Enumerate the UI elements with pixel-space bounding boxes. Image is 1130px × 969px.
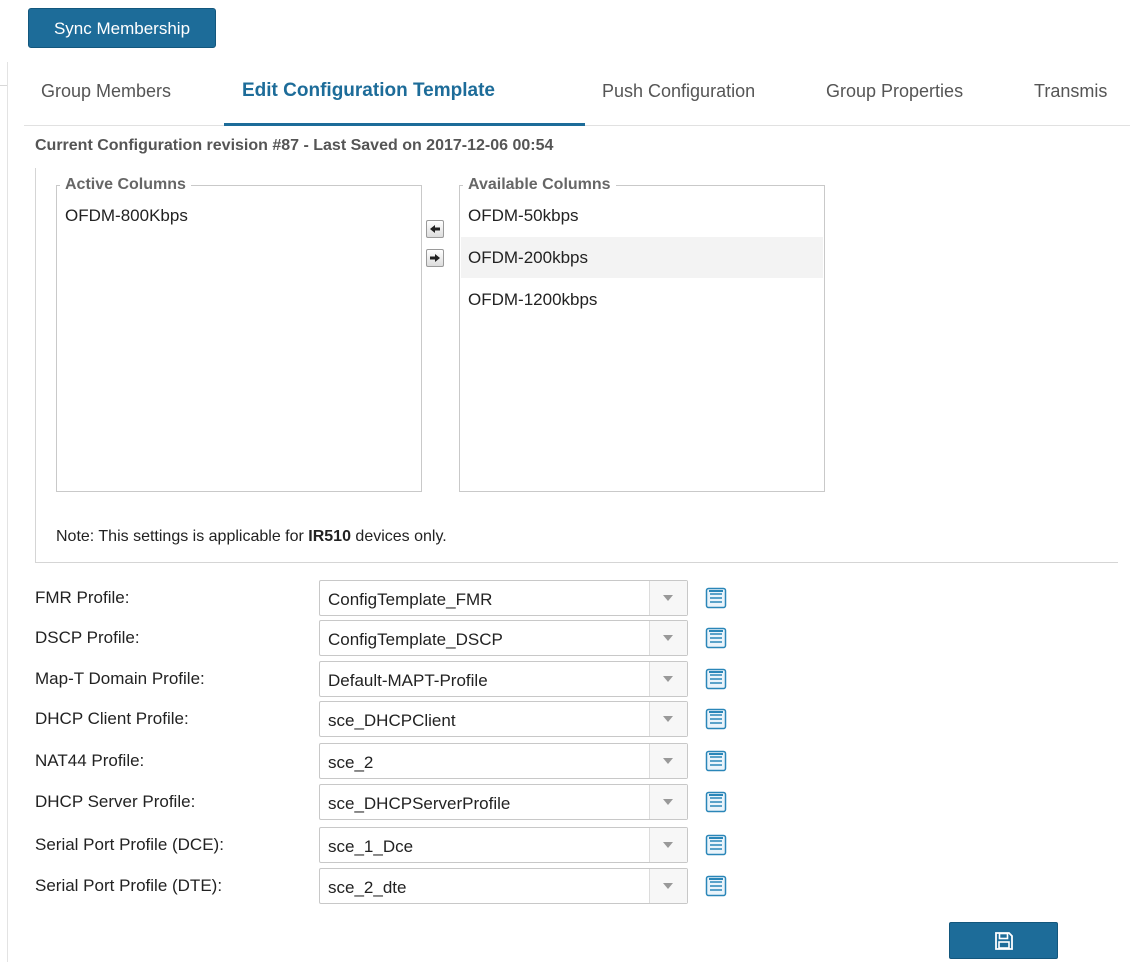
- select-value: sce_DHCPClient: [328, 711, 456, 730]
- profile-label: FMR Profile:: [35, 588, 130, 607]
- fmr-profile-select[interactable]: ConfigTemplate_FMR: [319, 580, 688, 616]
- profile-row-serial-dce: Serial Port Profile (DCE): sce_1_Dce: [0, 827, 1130, 865]
- profile-row-dhcp-client: DHCP Client Profile: sce_DHCPClient: [0, 701, 1130, 739]
- dropdown-toggle[interactable]: [649, 621, 687, 655]
- dropdown-toggle[interactable]: [649, 828, 687, 862]
- dropdown-toggle[interactable]: [649, 744, 687, 778]
- profile-row-dhcp-server: DHCP Server Profile: sce_DHCPServerProfi…: [0, 784, 1130, 822]
- select-value: sce_2_dte: [328, 878, 407, 897]
- profile-label: Serial Port Profile (DTE):: [35, 876, 223, 895]
- select-value: sce_1_Dce: [328, 837, 414, 856]
- tab-group-properties[interactable]: Group Properties: [826, 62, 963, 126]
- note-device: IR510: [308, 528, 351, 545]
- edit-list-icon[interactable]: [705, 875, 727, 897]
- edit-list-icon[interactable]: [705, 587, 727, 609]
- profile-label: NAT44 Profile:: [35, 751, 145, 770]
- note-prefix: Note: This settings is applicable for: [56, 528, 309, 545]
- dropdown-toggle[interactable]: [649, 581, 687, 615]
- chevron-down-icon: [663, 716, 673, 722]
- edit-list-icon[interactable]: [705, 627, 727, 649]
- arrow-left-icon: [430, 225, 440, 233]
- profile-label: DSCP Profile:: [35, 628, 140, 647]
- tab-group-members[interactable]: Group Members: [41, 62, 171, 126]
- dhcp-client-profile-select[interactable]: sce_DHCPClient: [319, 701, 688, 737]
- select-value: Default-MAPT-Profile: [328, 671, 488, 690]
- available-column-item[interactable]: OFDM-50kbps: [468, 206, 579, 226]
- active-columns-box: Active Columns OFDM-800Kbps: [56, 176, 422, 492]
- note-suffix: devices only.: [350, 528, 447, 545]
- edit-list-icon[interactable]: [705, 708, 727, 730]
- profile-row-mapt: Map-T Domain Profile: Default-MAPT-Profi…: [0, 661, 1130, 699]
- sync-membership-button[interactable]: Sync Membership: [28, 8, 216, 48]
- dhcp-server-profile-select[interactable]: sce_DHCPServerProfile: [319, 784, 688, 820]
- edit-list-icon[interactable]: [705, 750, 727, 772]
- select-value: sce_2: [328, 753, 374, 772]
- profile-label: DHCP Client Profile:: [35, 709, 189, 728]
- revision-status: Current Configuration revision #87 - Las…: [35, 137, 554, 154]
- chevron-down-icon: [663, 842, 673, 848]
- device-note: Note: This settings is applicable for IR…: [56, 528, 447, 546]
- active-tab-indicator: [224, 123, 585, 126]
- tab-push-configuration[interactable]: Push Configuration: [602, 62, 755, 126]
- serial-port-dce-profile-select[interactable]: sce_1_Dce: [319, 827, 688, 863]
- move-left-button[interactable]: [426, 220, 444, 238]
- select-value: ConfigTemplate_DSCP: [328, 630, 503, 649]
- available-column-item[interactable]: OFDM-1200kbps: [468, 290, 597, 310]
- profile-row-serial-dte: Serial Port Profile (DTE): sce_2_dte: [0, 868, 1130, 906]
- nat44-profile-select[interactable]: sce_2: [319, 743, 688, 779]
- edit-list-icon[interactable]: [705, 834, 727, 856]
- move-right-button[interactable]: [426, 249, 444, 267]
- profile-label: Serial Port Profile (DCE):: [35, 835, 224, 854]
- save-button[interactable]: [949, 922, 1058, 959]
- edit-list-icon[interactable]: [705, 791, 727, 813]
- chevron-down-icon: [663, 758, 673, 764]
- profile-row-fmr: FMR Profile: ConfigTemplate_FMR: [0, 580, 1130, 618]
- dscp-profile-select[interactable]: ConfigTemplate_DSCP: [319, 620, 688, 656]
- profile-label: DHCP Server Profile:: [35, 792, 196, 811]
- chevron-down-icon: [663, 595, 673, 601]
- tab-bar: Group Members Edit Configuration Templat…: [24, 62, 1130, 126]
- chevron-down-icon: [663, 676, 673, 682]
- columns-panel: Active Columns OFDM-800Kbps Available Co…: [35, 168, 1118, 563]
- arrow-right-icon: [430, 254, 440, 262]
- left-border-tick: [0, 85, 7, 86]
- profile-row-nat44: NAT44 Profile: sce_2: [0, 743, 1130, 781]
- chevron-down-icon: [663, 635, 673, 641]
- tab-transmission[interactable]: Transmis: [1034, 62, 1107, 126]
- map-t-domain-profile-select[interactable]: Default-MAPT-Profile: [319, 661, 688, 697]
- profile-label: Map-T Domain Profile:: [35, 669, 205, 688]
- select-value: sce_DHCPServerProfile: [328, 794, 511, 813]
- edit-list-icon[interactable]: [705, 668, 727, 690]
- available-columns-box: Available Columns OFDM-50kbps OFDM-200kb…: [459, 176, 825, 492]
- active-column-item[interactable]: OFDM-800Kbps: [65, 206, 188, 226]
- select-value: ConfigTemplate_FMR: [328, 590, 493, 609]
- active-columns-legend: Active Columns: [60, 176, 191, 194]
- dropdown-toggle[interactable]: [649, 869, 687, 903]
- tab-edit-configuration-template[interactable]: Edit Configuration Template: [242, 62, 495, 126]
- dropdown-toggle[interactable]: [649, 785, 687, 819]
- chevron-down-icon: [663, 799, 673, 805]
- dropdown-toggle[interactable]: [649, 702, 687, 736]
- available-columns-legend: Available Columns: [463, 176, 616, 194]
- chevron-down-icon: [663, 883, 673, 889]
- profile-row-dscp: DSCP Profile: ConfigTemplate_DSCP: [0, 620, 1130, 658]
- dropdown-toggle[interactable]: [649, 662, 687, 696]
- serial-port-dte-profile-select[interactable]: sce_2_dte: [319, 868, 688, 904]
- floppy-disk-icon: [995, 932, 1013, 950]
- available-column-item[interactable]: OFDM-200kbps: [468, 248, 588, 268]
